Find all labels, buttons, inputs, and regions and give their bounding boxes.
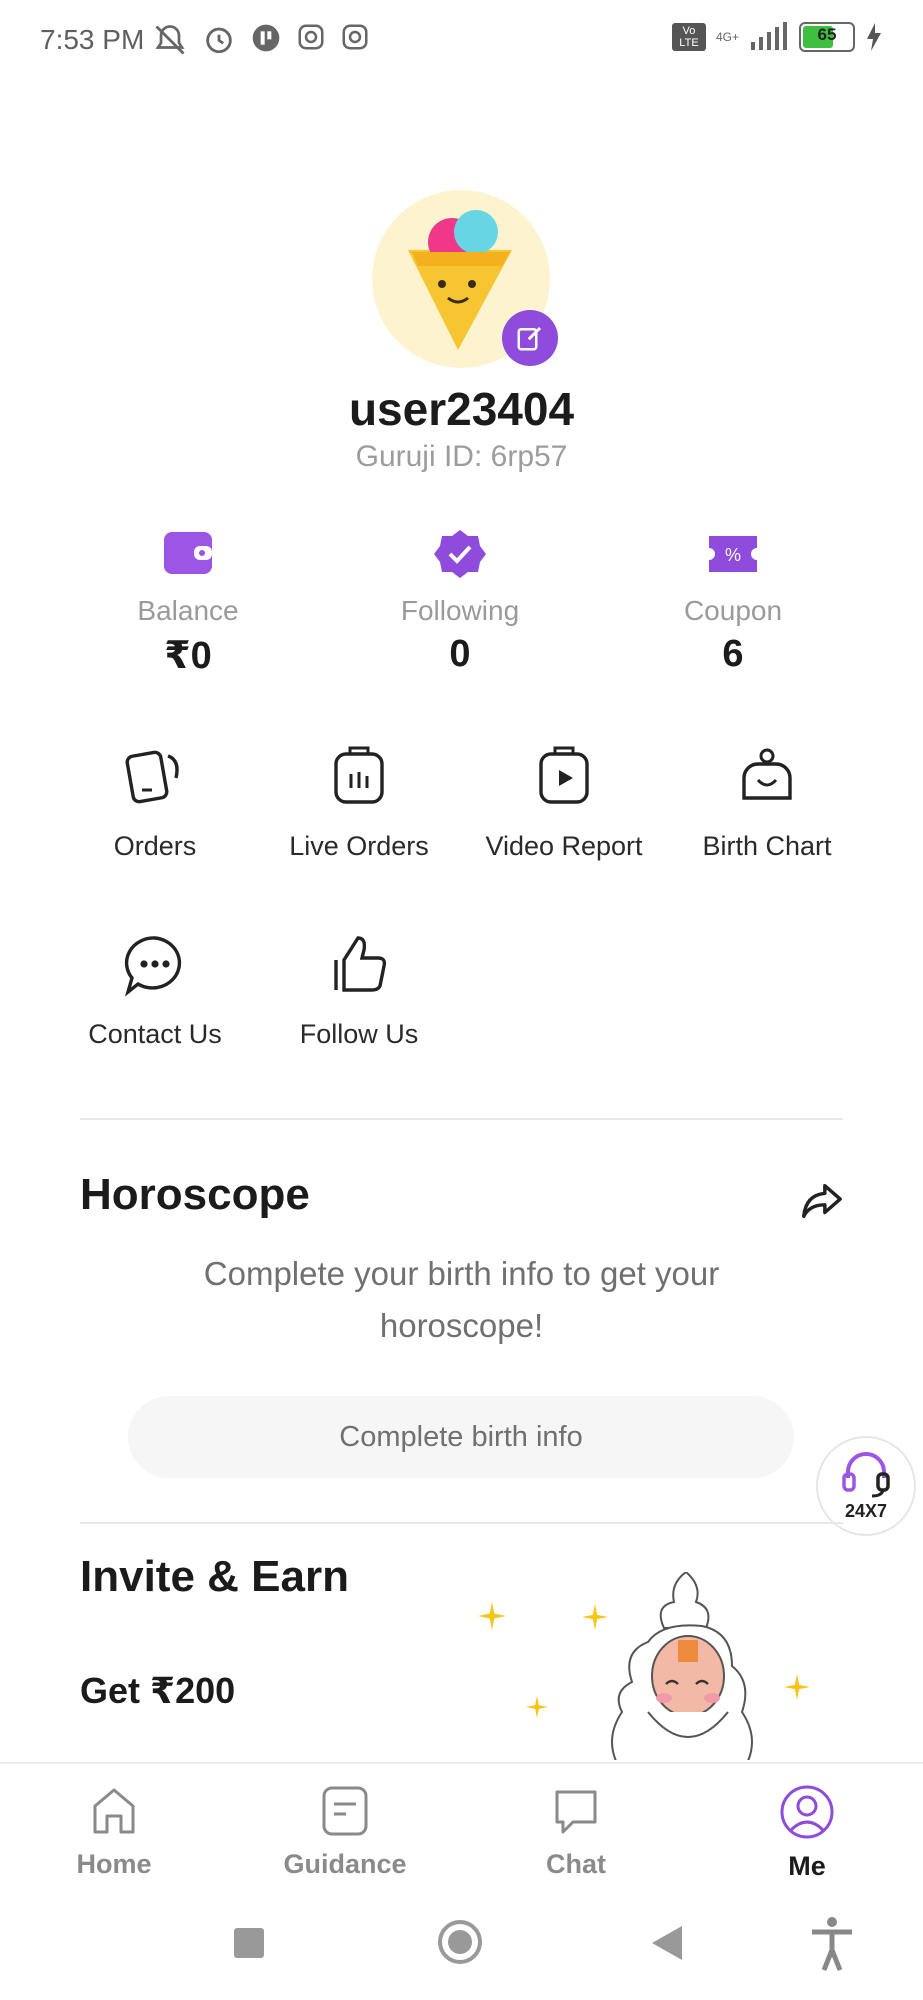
nav-chat-label: Chat [546, 1849, 606, 1879]
menu-video-report-label: Video Report [485, 831, 643, 861]
home-icon [93, 1788, 135, 1834]
home-system-button[interactable] [438, 1920, 482, 1964]
support-24x7-button[interactable]: 24X7 [816, 1436, 916, 1536]
guruji-id: Guruji ID: 6rp57 [355, 440, 568, 473]
menu-follow-us-label: Follow Us [299, 1019, 419, 1049]
coupon-icon: % [709, 536, 757, 572]
menu-contact-us-label: Contact Us [88, 1019, 222, 1049]
status-system-icons: Vo LTE 4G+ 65 [671, 22, 883, 52]
edit-avatar-button[interactable] [502, 310, 558, 366]
invite-title: Invite & Earn [80, 1552, 349, 1601]
divider [80, 1118, 843, 1120]
stat-coupon-label: Coupon [683, 595, 783, 626]
stat-following-label: Following [400, 595, 520, 626]
status-time: 7:53 PM [40, 24, 145, 55]
stat-balance-value: ₹0 [164, 635, 212, 677]
system-nav-bar [0, 1892, 923, 2000]
signal-icon [751, 22, 787, 50]
invite-illustration [430, 1560, 830, 1760]
alarm-icon [206, 27, 232, 54]
birth-chart-icon [742, 748, 792, 800]
stat-coupon-value: 6 [722, 633, 744, 675]
username: user23404 [348, 383, 575, 435]
nav-me-label: Me [788, 1851, 826, 1881]
guru-illustration [611, 1572, 753, 1760]
nav-chat[interactable]: Chat [496, 1784, 656, 1880]
bottom-nav: Home Guidance Chat Me [0, 1762, 923, 1894]
stat-following[interactable]: Following 0 [340, 528, 580, 676]
guidance-icon [322, 1786, 368, 1836]
horoscope-description: Complete your birth info to get your hor… [203, 1255, 720, 1344]
menu-orders[interactable]: Orders [50, 742, 260, 862]
svg-text:%: % [725, 545, 741, 565]
back-button[interactable] [650, 1924, 684, 1962]
horoscope-title: Horoscope [80, 1170, 310, 1219]
chat-icon [555, 1790, 597, 1834]
nav-me[interactable]: Me [727, 1784, 887, 1882]
menu-live-orders[interactable]: Live Orders [254, 742, 464, 862]
profile-icon [780, 1785, 834, 1839]
battery-level: 65 [817, 25, 837, 44]
status-notification-icons [152, 22, 370, 58]
menu-live-orders-label: Live Orders [289, 831, 429, 861]
accessibility-icon[interactable] [808, 1916, 856, 1972]
stat-following-value: 0 [449, 633, 471, 675]
headset-icon [842, 1452, 890, 1498]
menu-video-report[interactable]: Video Report [459, 742, 669, 862]
menu-contact-us[interactable]: Contact Us [50, 930, 260, 1050]
orders-icon [125, 750, 179, 804]
nav-home-label: Home [76, 1849, 152, 1879]
menu-follow-us[interactable]: Follow Us [254, 930, 464, 1050]
sparkle-icon [478, 1602, 506, 1630]
network-label: 4G+ [715, 30, 739, 44]
sparkle-icon [784, 1674, 810, 1700]
menu-birth-chart-label: Birth Chart [702, 831, 832, 861]
stat-balance[interactable]: Balance ₹0 [68, 528, 308, 678]
divider [80, 1522, 843, 1524]
support-label: 24X7 [844, 1501, 888, 1521]
instagram-icon [342, 24, 368, 50]
thumbs-up-icon [334, 936, 387, 992]
edit-icon [517, 326, 542, 351]
stat-balance-label: Balance [137, 595, 239, 626]
live-orders-icon [334, 746, 384, 804]
recents-button[interactable] [234, 1928, 264, 1958]
instagram-icon [298, 24, 324, 50]
stat-coupon[interactable]: % Coupon 6 [613, 528, 853, 676]
nav-guidance-label: Guidance [283, 1849, 407, 1879]
volte-icon: Vo LTE [671, 23, 706, 51]
battery-icon: 65 [799, 22, 855, 52]
complete-birth-info-button[interactable]: Complete birth info [128, 1396, 794, 1478]
invite-reward: Get ₹200 [80, 1670, 236, 1711]
verified-badge-icon [434, 530, 486, 578]
wallet-icon [164, 532, 212, 574]
app-icon [252, 24, 280, 52]
menu-orders-label: Orders [113, 831, 197, 861]
share-button[interactable] [798, 1178, 844, 1229]
nav-guidance[interactable]: Guidance [265, 1784, 425, 1880]
sparkle-icon [526, 1696, 548, 1718]
share-icon [802, 1183, 842, 1219]
menu-birth-chart[interactable]: Birth Chart [662, 742, 872, 862]
charging-icon [867, 23, 881, 51]
chat-bubble-icon [124, 936, 182, 997]
video-report-icon [539, 746, 589, 804]
mute-icon [155, 25, 185, 55]
nav-home[interactable]: Home [34, 1784, 194, 1880]
